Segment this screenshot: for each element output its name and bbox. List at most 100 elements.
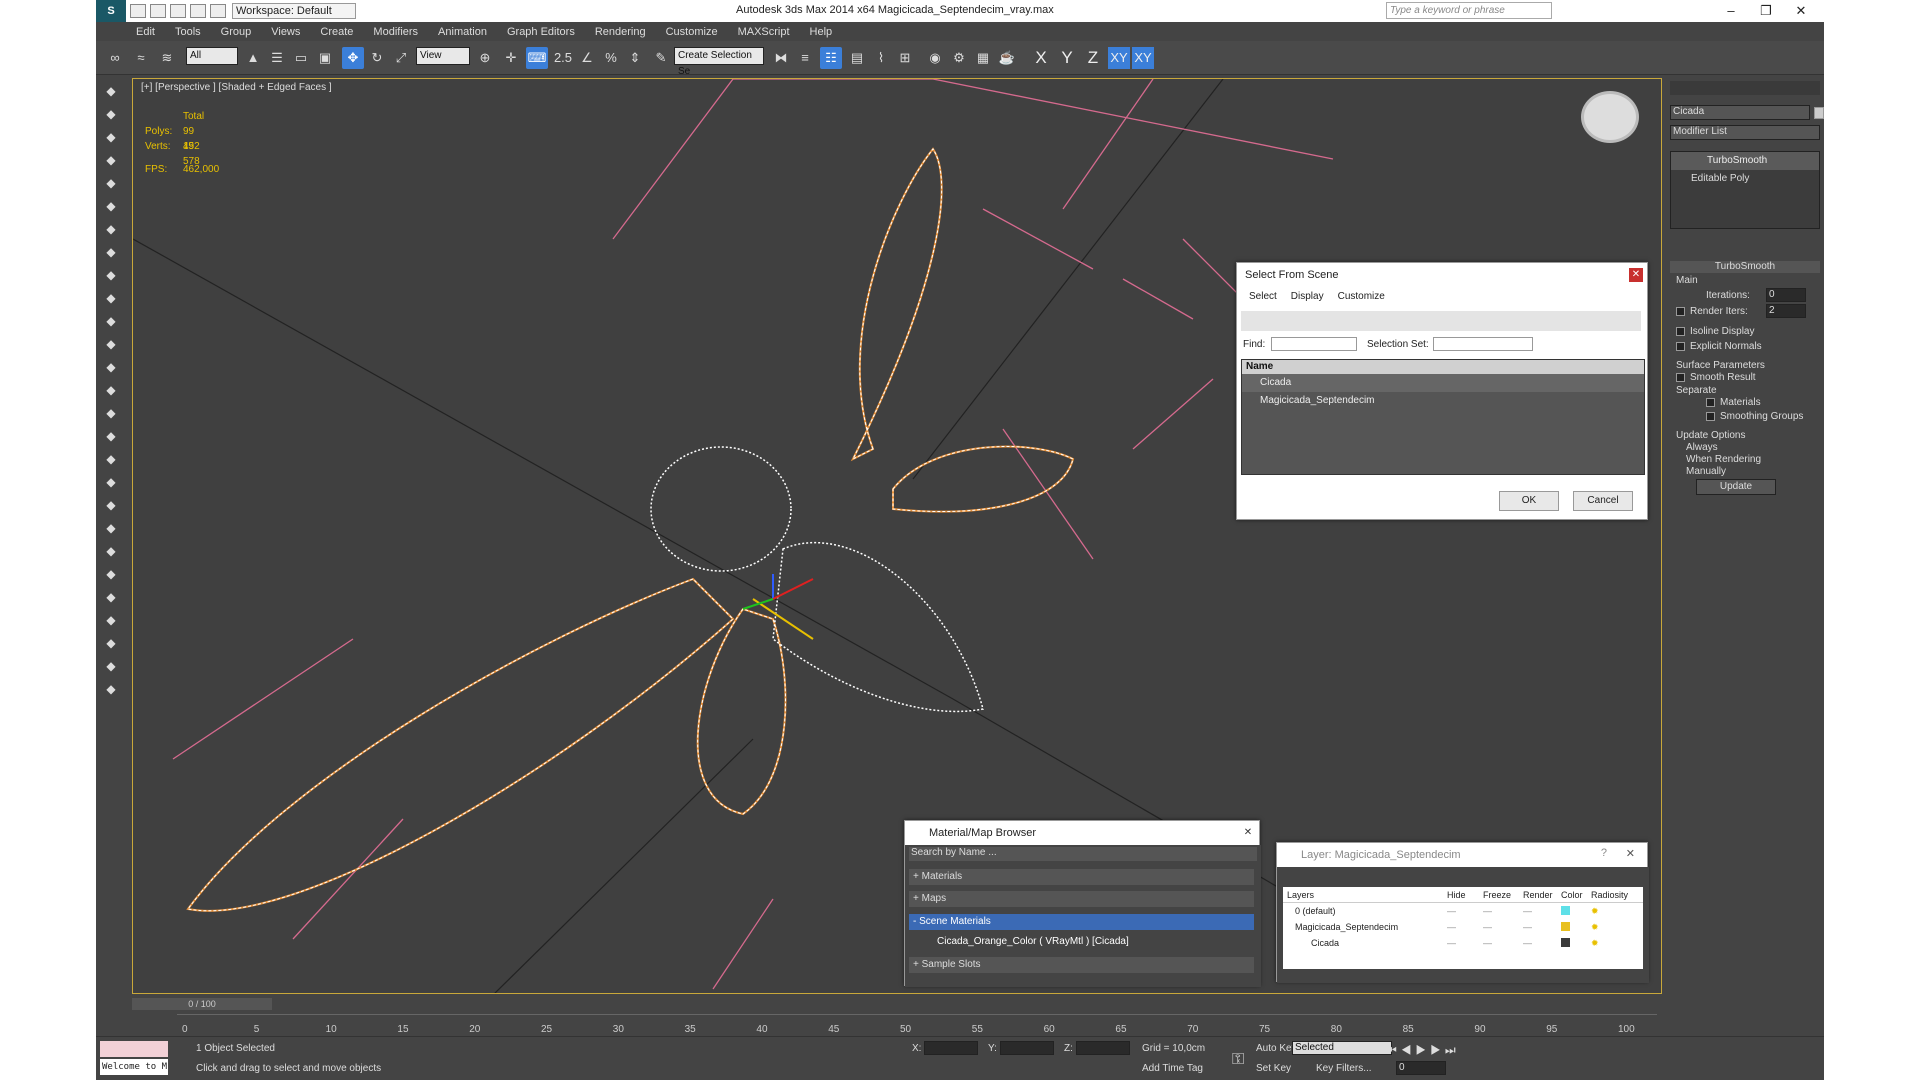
key-mode-dropdown[interactable]: Selected (1292, 1041, 1392, 1055)
sphere-icon[interactable]: ◆ (101, 288, 121, 308)
snap-toggle-icon[interactable]: 2.5 (552, 47, 574, 69)
scene-explorer-icon[interactable]: ◆ (101, 104, 121, 124)
maxscript-listener[interactable] (100, 1041, 168, 1057)
col-layers[interactable]: Layers (1283, 887, 1447, 902)
keyboard-shortcut-icon[interactable]: ⌨ (526, 47, 548, 69)
cone-icon[interactable]: ◆ (101, 357, 121, 377)
mirror-icon[interactable]: ⧓ (770, 47, 792, 69)
add-time-tag[interactable]: Add Time Tag (1142, 1063, 1203, 1074)
edit-named-selection-icon[interactable]: ✎ (650, 47, 672, 69)
search-input[interactable]: Type a keyword or phrase (1386, 2, 1552, 19)
current-frame-field[interactable]: 0 (1396, 1061, 1446, 1075)
ok-button[interactable]: OK (1499, 491, 1559, 511)
axis-z-button[interactable]: Z (1082, 47, 1104, 69)
cancel-button[interactable]: Cancel (1573, 491, 1633, 511)
select-menu-select[interactable]: Select (1249, 291, 1277, 302)
camera-icon[interactable]: ◆ (101, 196, 121, 216)
named-selection-dropdown[interactable]: Create Selection Se (674, 47, 764, 77)
separate-smoothing-checkbox[interactable] (1706, 412, 1715, 421)
menu-help[interactable]: Help (810, 26, 833, 38)
layer-hide-toggle[interactable]: — (1447, 903, 1483, 919)
col-radiosity[interactable]: Radiosity (1591, 887, 1628, 902)
redo-icon[interactable] (210, 4, 226, 18)
timeline[interactable]: 0 / 100 0 5 10 15 20 25 30 35 40 45 50 55 60 65 70 75 80… (132, 996, 1662, 1036)
layer-freeze-toggle[interactable]: — (1483, 919, 1523, 935)
update-manually-radio[interactable]: Manually (1686, 466, 1726, 477)
playback-controls[interactable]: ⏮◀▶▶⏭ (1386, 1043, 1460, 1058)
light-icon[interactable]: ◆ (101, 173, 121, 193)
layer-name[interactable]: Cicada (1283, 935, 1447, 951)
layer-row[interactable]: Cicada — — — ✹ (1283, 935, 1643, 951)
layer-hide-toggle[interactable]: — (1447, 935, 1483, 951)
key-icon[interactable]: ⚿ (1232, 1051, 1244, 1069)
layer-color-swatch[interactable] (1561, 938, 1570, 947)
selection-filter-dropdown[interactable]: All (186, 47, 238, 65)
y-coord-field[interactable] (1000, 1041, 1054, 1055)
menu-tools[interactable]: Tools (175, 26, 201, 38)
material-editor-icon[interactable]: ◉ (924, 47, 946, 69)
render-iters-spinner[interactable]: 2 (1766, 304, 1806, 318)
object-color-swatch[interactable] (1814, 107, 1824, 119)
spacewarp-icon[interactable]: ◆ (101, 242, 121, 262)
select-by-name-icon[interactable]: ☰ (266, 47, 288, 69)
help-icon[interactable]: ◆ (101, 679, 121, 699)
spinner-snap-icon[interactable]: ⇕ (624, 47, 646, 69)
box-icon[interactable]: ◆ (101, 265, 121, 285)
col-freeze[interactable]: Freeze (1483, 887, 1523, 902)
schematic-view-icon[interactable]: ⊞ (894, 47, 916, 69)
cicada-wireframe[interactable] (186, 147, 1075, 912)
axis-x-button[interactable]: X (1030, 47, 1052, 69)
percent-snap-icon[interactable]: % (600, 47, 622, 69)
render-setup-icon[interactable]: ⚙ (948, 47, 970, 69)
render-production-icon[interactable]: ☕ (996, 47, 1018, 69)
axis-xy-cycle-button[interactable]: XY (1132, 47, 1154, 69)
material-browser-close-button[interactable]: ✕ (1241, 826, 1255, 840)
layer-name[interactable]: 0 (default) (1283, 903, 1447, 919)
curve-editor-icon[interactable]: ⌇ (870, 47, 892, 69)
select-object-icon[interactable]: ▲ (242, 47, 264, 69)
col-hide[interactable]: Hide (1447, 887, 1483, 902)
cylinder-icon[interactable]: ◆ (101, 311, 121, 331)
select-move-icon[interactable]: ✥ (342, 47, 364, 69)
layer-render-toggle[interactable]: — (1523, 935, 1561, 951)
menu-animation[interactable]: Animation (438, 26, 487, 38)
unlink-icon[interactable]: ≈ (130, 47, 152, 69)
menu-create[interactable]: Create (320, 26, 353, 38)
graphite-ribbon-icon[interactable]: ▤ (846, 47, 868, 69)
set-key-button[interactable]: Set Key (1256, 1063, 1291, 1074)
rect-selection-icon[interactable]: ▭ (290, 47, 312, 69)
menu-group[interactable]: Group (221, 26, 252, 38)
update-always-radio[interactable]: Always (1686, 442, 1718, 453)
render-icon[interactable]: ◆ (101, 587, 121, 607)
viewport-layout-icon[interactable]: ◆ (101, 81, 121, 101)
section-maps[interactable]: + Maps (909, 891, 1254, 907)
isoline-checkbox[interactable] (1676, 327, 1685, 336)
modify-panel-icon[interactable]: ◆ (101, 150, 121, 170)
grid-icon[interactable]: ◆ (101, 426, 121, 446)
select-dialog-close-button[interactable]: ✕ (1629, 268, 1643, 282)
torus-icon[interactable]: ◆ (101, 334, 121, 354)
layer-manager-icon[interactable]: ☷ (820, 47, 842, 69)
x-coord-field[interactable] (924, 1041, 978, 1055)
sun-icon[interactable]: ◆ (101, 380, 121, 400)
modifier-list-dropdown[interactable]: Modifier List (1670, 125, 1820, 140)
bind-spacewarp-icon[interactable]: ≋ (156, 47, 178, 69)
maximize-button[interactable]: ❐ (1751, 2, 1781, 20)
layer-color-swatch[interactable] (1561, 906, 1570, 915)
list-item-magicicada[interactable]: Magicicada_Septendecim (1242, 392, 1644, 410)
link-icon[interactable]: ∞ (104, 47, 126, 69)
layer-close-button[interactable]: ✕ (1626, 847, 1635, 860)
new-file-icon[interactable] (130, 4, 146, 18)
minimize-button[interactable]: – (1716, 2, 1746, 20)
save-file-icon[interactable] (170, 4, 186, 18)
close-button[interactable]: ✕ (1786, 2, 1816, 20)
layer-freeze-toggle[interactable]: — (1483, 935, 1523, 951)
update-when-rendering-radio[interactable]: When Rendering (1686, 454, 1761, 465)
layer-render-toggle[interactable]: — (1523, 903, 1561, 919)
auto-key-button[interactable]: Auto Key (1256, 1043, 1297, 1054)
create-panel-icon[interactable]: ◆ (101, 127, 121, 147)
particle-icon[interactable]: ◆ (101, 449, 121, 469)
section-scene-materials[interactable]: - Scene Materials (909, 914, 1254, 930)
track-bar[interactable] (177, 1014, 1657, 1022)
window-crossing-icon[interactable]: ▣ (314, 47, 336, 69)
